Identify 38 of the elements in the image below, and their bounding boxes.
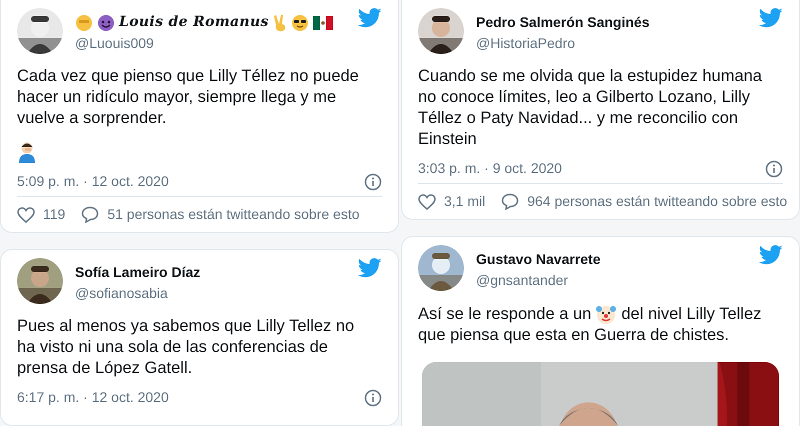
- twitter-bird-icon: [759, 8, 783, 28]
- heart-icon[interactable]: [418, 194, 436, 210]
- timestamp[interactable]: 3:03 p. m. · 9 oct. 2020: [418, 158, 562, 179]
- user-handle[interactable]: @HistoriaPedro: [476, 33, 747, 53]
- user-handle[interactable]: @gnsantander: [476, 270, 747, 290]
- speech-bubble-icon[interactable]: [81, 206, 100, 223]
- victory-hand-icon: [272, 14, 287, 32]
- twitter-bird-icon: [358, 258, 382, 278]
- facepalm-person-icon: [17, 141, 37, 163]
- user-name[interactable]: Gustavo Navarrete: [476, 249, 601, 270]
- tweet-text: Cuando se me olvida que la estupidez humana no conoce límites, leo a Gilberto Lozano, Lilly Téllez o Paty Navidad... y me reconcilio con Einstein: [418, 66, 763, 150]
- heart-icon[interactable]: [17, 206, 35, 222]
- speech-bubble-icon[interactable]: [501, 193, 520, 210]
- tweet-text: Cada vez que pienso que Lilly Téllez no puede hacer un ridículo mayor, siempre llega y me vuelve a sorprender.: [17, 66, 360, 129]
- conversation-link[interactable]: 964 personas están twitteando sobre esto: [527, 191, 788, 212]
- info-icon[interactable]: [765, 160, 783, 178]
- conversation-link[interactable]: 51 personas están twitteando sobre esto: [107, 204, 360, 225]
- timestamp[interactable]: 5:09 p. m. · 12 oct. 2020: [17, 171, 169, 192]
- tweet-text: que piensa que esta en Guerra de chistes.: [418, 325, 729, 346]
- devil-face-icon: [97, 14, 115, 32]
- tweet-text: Así se le responde a un: [418, 304, 592, 324]
- user-handle[interactable]: @sofianosabia: [75, 283, 346, 303]
- twitter-bird-icon: [759, 245, 783, 265]
- like-count: 3,1 mil: [444, 192, 486, 211]
- tweet-text: Pues al menos ya sabemos que Lilly Tellez no ha visto ni una sola de las conferencias de prensa de López Gatell.: [17, 316, 356, 379]
- like-count: 119: [43, 205, 66, 224]
- tweet-text: del nivel Lilly Tellez: [621, 304, 762, 324]
- flag-icon: [312, 16, 333, 30]
- user-name[interactable]: Louis de Romanus: [119, 12, 269, 33]
- user-handle[interactable]: @Luouis009: [75, 33, 346, 53]
- twitter-bird-icon: [358, 8, 382, 28]
- info-icon[interactable]: [364, 172, 382, 190]
- user-name[interactable]: Pedro Salmerón Sanginés: [476, 12, 650, 33]
- info-icon[interactable]: [364, 388, 382, 406]
- clown-face-icon: [595, 303, 618, 325]
- sunglasses-face-icon: [290, 14, 309, 32]
- timestamp[interactable]: 6:17 p. m. · 12 oct. 2020: [17, 387, 169, 408]
- user-name[interactable]: Sofía Lameiro Díaz: [75, 262, 200, 283]
